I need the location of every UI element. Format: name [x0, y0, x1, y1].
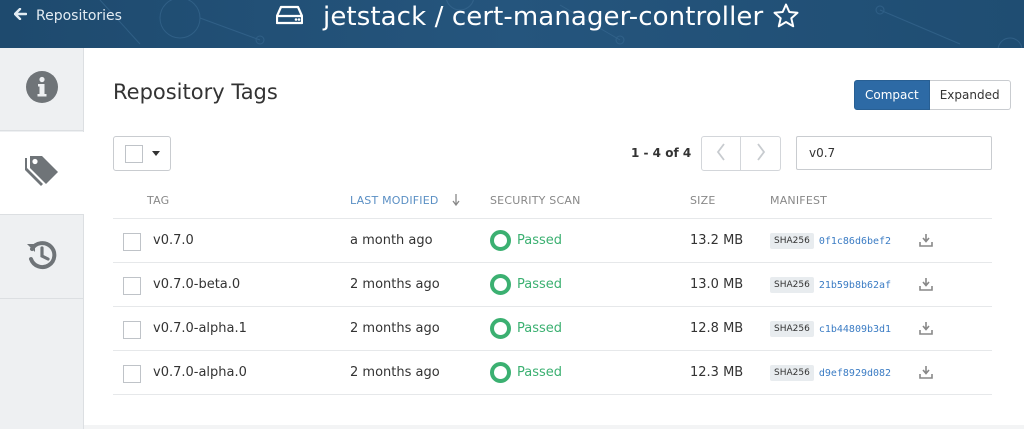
manifest-digest: SHA256 0f1c86d6bef2: [770, 233, 891, 249]
last-modified: a month ago: [350, 233, 433, 248]
passed-ring-icon: [490, 362, 511, 383]
repo-sidebar: [0, 48, 85, 429]
table-row: v0.7.0-alpha.1 2 months ago Passed 12.8 …: [113, 307, 992, 351]
repo-title-group: jetstack / cert-manager-controller: [275, 0, 764, 34]
passed-ring-icon: [490, 274, 511, 295]
tags-icon: [23, 154, 63, 192]
tag-name[interactable]: v0.7.0-alpha.0: [153, 365, 247, 380]
digest-link[interactable]: 21b59b8b62af: [819, 280, 891, 291]
bulk-select-dropdown[interactable]: [113, 136, 171, 171]
row-checkbox[interactable]: [123, 277, 141, 295]
scan-label: Passed: [517, 365, 563, 380]
table-row: v0.7.0-beta.0 2 months ago Passed 13.0 M…: [113, 263, 992, 307]
repo-title: jetstack / cert-manager-controller: [323, 2, 764, 32]
tags-panel: Repository Tags Compact Expanded 1 - 4 o…: [84, 48, 1024, 425]
info-circle-icon: [25, 70, 59, 108]
security-scan-status[interactable]: Passed: [490, 362, 562, 383]
digest-link[interactable]: d9ef8929d082: [819, 368, 891, 379]
row-checkbox[interactable]: [123, 365, 141, 383]
tag-size: 13.0 MB: [690, 277, 744, 292]
security-scan-status[interactable]: Passed: [490, 318, 562, 339]
pager: [701, 136, 781, 171]
tag-size: 12.8 MB: [690, 321, 744, 336]
tag-size: 12.3 MB: [690, 365, 744, 380]
header-security-scan[interactable]: SECURITY SCAN: [490, 194, 581, 207]
chevron-right-icon: [756, 142, 766, 165]
sort-arrow-down-icon: [452, 194, 460, 209]
tag-size: 13.2 MB: [690, 233, 744, 248]
scan-label: Passed: [517, 277, 563, 292]
table-header: TAG LAST MODIFIED SECURITY SCAN SIZE MAN…: [113, 180, 992, 219]
table-row: v0.7.0 a month ago Passed 13.2 MB SHA256…: [113, 219, 992, 263]
select-all-checkbox[interactable]: [125, 144, 143, 163]
pagination-count: 1 - 4 of 4: [631, 146, 692, 160]
sha-badge: SHA256: [770, 321, 814, 337]
next-page-button[interactable]: [741, 136, 781, 171]
sidebar-item-history[interactable]: [0, 216, 84, 299]
tag-name[interactable]: v0.7.0-beta.0: [153, 277, 240, 292]
header-size[interactable]: SIZE: [690, 194, 716, 207]
download-icon[interactable]: [919, 364, 933, 383]
security-scan-status[interactable]: Passed: [490, 274, 562, 295]
header-manifest: MANIFEST: [770, 194, 828, 207]
manifest-digest: SHA256 d9ef8929d082: [770, 365, 891, 381]
row-checkbox[interactable]: [123, 321, 141, 339]
last-modified: 2 months ago: [350, 365, 440, 380]
row-checkbox[interactable]: [123, 233, 141, 251]
sidebar-item-info[interactable]: [0, 48, 84, 131]
download-icon[interactable]: [919, 232, 933, 251]
hdd-icon: [275, 5, 304, 29]
previous-page-button[interactable]: [701, 136, 741, 171]
sha-badge: SHA256: [770, 233, 814, 249]
passed-ring-icon: [490, 318, 511, 339]
manifest-digest: SHA256 21b59b8b62af: [770, 277, 891, 293]
header-last-modified[interactable]: LAST MODIFIED: [350, 194, 460, 209]
digest-link[interactable]: c1b44809b3d1: [819, 324, 891, 335]
manifest-digest: SHA256 c1b44809b3d1: [770, 321, 891, 337]
sha-badge: SHA256: [770, 277, 814, 293]
back-to-repositories-link[interactable]: Repositories: [13, 7, 122, 24]
view-toggle: Compact Expanded: [854, 80, 1011, 110]
passed-ring-icon: [490, 230, 511, 251]
tag-filter-input[interactable]: [796, 136, 992, 170]
repo-header: Repositories jetstack / cert-manager-con…: [0, 0, 1024, 48]
security-scan-status[interactable]: Passed: [490, 230, 562, 251]
arrow-left-icon: [13, 7, 28, 24]
tag-name[interactable]: v0.7.0: [153, 233, 194, 248]
expanded-view-button[interactable]: Expanded: [929, 80, 1011, 110]
scan-label: Passed: [517, 233, 563, 248]
back-label: Repositories: [36, 8, 122, 24]
caret-down-icon: [152, 151, 160, 156]
compact-view-button[interactable]: Compact: [854, 80, 930, 110]
tag-name[interactable]: v0.7.0-alpha.1: [153, 321, 247, 336]
sidebar-item-tags[interactable]: [0, 132, 85, 215]
star-icon[interactable]: [772, 2, 800, 34]
last-modified: 2 months ago: [350, 277, 440, 292]
header-tag[interactable]: TAG: [147, 194, 169, 207]
download-icon[interactable]: [919, 320, 933, 339]
header-last-modified-label: LAST MODIFIED: [350, 194, 439, 207]
chevron-left-icon: [716, 142, 726, 165]
sha-badge: SHA256: [770, 365, 814, 381]
digest-link[interactable]: 0f1c86d6bef2: [819, 236, 891, 247]
download-icon[interactable]: [919, 276, 933, 295]
last-modified: 2 months ago: [350, 321, 440, 336]
history-icon: [25, 238, 59, 276]
tags-table: TAG LAST MODIFIED SECURITY SCAN SIZE MAN…: [113, 180, 992, 395]
page-title: Repository Tags: [113, 80, 278, 104]
scan-label: Passed: [517, 321, 563, 336]
table-row: v0.7.0-alpha.0 2 months ago Passed 12.3 …: [113, 351, 992, 395]
